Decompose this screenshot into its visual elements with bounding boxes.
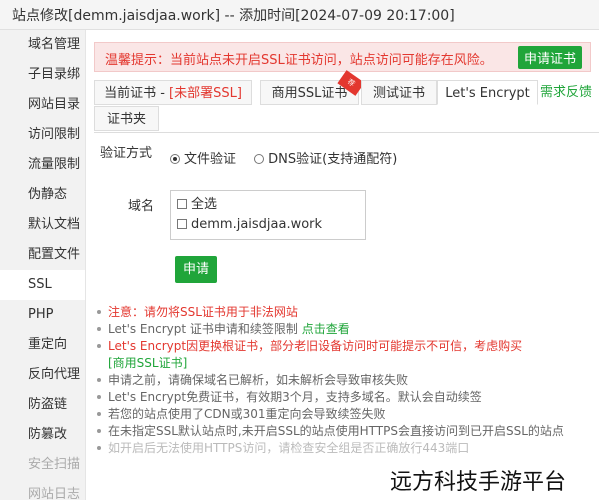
view-limits-link[interactable]: 点击查看: [302, 322, 350, 336]
apply-cert-button[interactable]: 申请证书: [517, 46, 582, 69]
sidebar-item-traffic-limit[interactable]: 流量限制: [0, 150, 85, 180]
note-root-cert-cont: [商用SSL证书]: [94, 355, 594, 372]
sidebar-item-config[interactable]: 配置文件: [0, 240, 85, 270]
radio-file-verify[interactable]: 文件验证: [170, 152, 236, 167]
radio-dns-verify[interactable]: DNS验证(支持通配符): [254, 152, 397, 167]
tab-cert-folder[interactable]: 证书夹: [94, 106, 159, 131]
ssl-status-badge: [未部署SSL]: [169, 86, 242, 101]
sidebar-item-redirect[interactable]: 重定向: [0, 330, 85, 360]
checkbox-icon: [177, 218, 187, 229]
sidebar-item-ssl[interactable]: SSL: [0, 270, 85, 300]
note-free-cert: Let's Encrypt免费证书，有效期3个月，支持多域名。默认会自动续签: [94, 389, 594, 406]
checkbox-select-all-label: 全选: [191, 197, 218, 212]
sidebar-item-php[interactable]: PHP: [0, 300, 85, 330]
tab-letsencrypt[interactable]: Let's Encrypt: [437, 80, 538, 105]
note-dns-resolve: 申请之前，请确保域名已解析，如未解析会导致审核失败: [94, 372, 594, 389]
tab-current-cert-label: 当前证书 -: [104, 86, 170, 101]
sidebar-item-site-log[interactable]: 网站日志: [0, 480, 85, 500]
tab-commercial-ssl-label: 商用SSL证书: [271, 86, 348, 101]
sidebar-item-domain[interactable]: 域名管理: [0, 30, 85, 60]
sidebar-item-subdir[interactable]: 子目录绑: [0, 60, 85, 90]
feedback-link[interactable]: 需求反馈: [540, 80, 592, 105]
sidebar-item-site-dir[interactable]: 网站目录: [0, 90, 85, 120]
checkbox-domain[interactable]: demm.jaisdjaa.work: [177, 215, 359, 235]
sidebar-item-reverse-proxy[interactable]: 反向代理: [0, 360, 85, 390]
commercial-ssl-link[interactable]: [商用SSL证书]: [108, 356, 187, 370]
tab-test-cert[interactable]: 测试证书: [361, 80, 437, 105]
verify-method-group: 文件验证 DNS验证(支持通配符): [170, 148, 411, 167]
notes-list: 注意：请勿将SSL证书用于非法网站 Let's Encrypt 证书申请和续签限…: [94, 304, 594, 457]
sidebar-item-default-doc[interactable]: 默认文档: [0, 210, 85, 240]
sidebar-item-hotlink[interactable]: 防盗链: [0, 390, 85, 420]
watermark: 远方科技手游平台: [380, 460, 599, 500]
sidebar: 域名管理 子目录绑 网站目录 访问限制 流量限制 伪静态 默认文档 配置文件 S…: [0, 30, 86, 500]
tab-commercial-ssl[interactable]: 商用SSL证书 荐: [260, 70, 365, 105]
sidebar-item-security-scan[interactable]: 安全扫描: [0, 450, 85, 480]
note-rate-limit-text: Let's Encrypt 证书申请和续签限制: [108, 322, 302, 336]
note-illegal-warning: 注意：请勿将SSL证书用于非法网站: [94, 304, 594, 321]
sidebar-item-access-limit[interactable]: 访问限制: [0, 120, 85, 150]
window-title: 站点修改[demm.jaisdjaa.work] -- 添加时间[2024-07…: [0, 0, 599, 30]
checkbox-select-all[interactable]: 全选: [177, 195, 359, 215]
radio-checked-icon: [170, 153, 180, 164]
note-default-site: 在未指定SSL默认站点时,未开启SSL的站点使用HTTPS会直接访问到已开启SS…: [94, 423, 594, 440]
checkbox-domain-label: demm.jaisdjaa.work: [191, 217, 323, 232]
main-panel: 温馨提示：当前站点未开启SSL证书访问，站点访问可能存在风险。 申请证书 当前证…: [86, 30, 599, 500]
tabs-divider: [94, 132, 599, 133]
tab-current-cert[interactable]: 当前证书 - [未部署SSL]: [94, 80, 252, 105]
domain-list: 全选 demm.jaisdjaa.work: [170, 190, 366, 240]
ssl-warning-banner: 温馨提示：当前站点未开启SSL证书访问，站点访问可能存在风险。 申请证书: [94, 42, 591, 72]
note-root-cert: Let's Encrypt因更换根证书，部分老旧设备访问时可能提示不可信，考虑购…: [94, 338, 594, 355]
warning-text: 温馨提示：当前站点未开启SSL证书访问，站点访问可能存在风险。: [105, 53, 493, 68]
note-cdn: 若您的站点使用了CDN或301重定向会导致续签失败: [94, 406, 594, 423]
ssl-tabs: 当前证书 - [未部署SSL] 商用SSL证书 荐 测试证书 Let's Enc…: [94, 70, 599, 132]
radio-dns-verify-label: DNS验证(支持通配符): [268, 152, 398, 167]
radio-unchecked-icon: [254, 153, 265, 164]
domain-label: 域名: [128, 199, 155, 214]
radio-file-verify-label: 文件验证: [184, 152, 237, 167]
sidebar-item-rewrite[interactable]: 伪静态: [0, 180, 85, 210]
note-https-port: 如开启后无法使用HTTPS访问，请检查安全组是否正确放行443端口: [94, 440, 594, 457]
note-rate-limit: Let's Encrypt 证书申请和续签限制 点击查看: [94, 321, 594, 338]
apply-button[interactable]: 申请: [175, 256, 217, 283]
checkbox-icon: [177, 198, 187, 209]
verify-method-label: 验证方式: [100, 146, 153, 161]
sidebar-item-tamper[interactable]: 防篡改: [0, 420, 85, 450]
